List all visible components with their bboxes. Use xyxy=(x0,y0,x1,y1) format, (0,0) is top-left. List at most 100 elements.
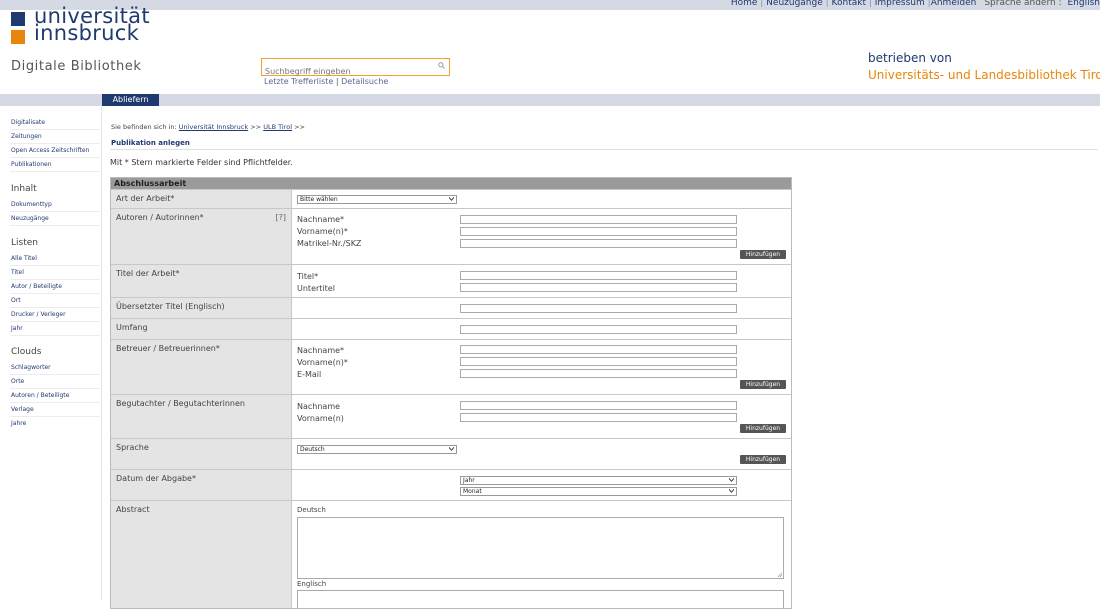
field-sublabel: Vorname(n)* xyxy=(297,358,348,367)
reviewer-firstname-input[interactable] xyxy=(460,413,737,422)
language-link[interactable]: English xyxy=(1068,0,1100,8)
sidebar-item-alle-titel[interactable]: Alle Titel xyxy=(11,255,99,262)
divider xyxy=(10,211,100,212)
sidebar-item-dokumenttyp[interactable]: Dokumenttyp xyxy=(11,201,99,208)
sidebar-item-autoren[interactable]: Autoren / Beteiligte xyxy=(11,392,99,399)
month-select[interactable]: Monat xyxy=(460,487,737,496)
submission-form: Abschlussarbeit Art der Arbeit* Bitte wä… xyxy=(110,177,792,609)
field-label: Titel der Arbeit* xyxy=(116,269,180,278)
form-header: Abschlussarbeit xyxy=(111,178,791,189)
logo-square-blue xyxy=(11,12,25,26)
search-icon[interactable] xyxy=(438,62,445,69)
author-firstname-input[interactable] xyxy=(460,227,737,236)
form-row-authors: Autoren / Autorinnen* [?] Nachname* Vorn… xyxy=(111,208,791,265)
divider xyxy=(10,225,100,226)
operator-prefix: betrieben von xyxy=(868,51,952,65)
breadcrumb-university[interactable]: Universität Innsbruck xyxy=(179,123,248,131)
supervisor-lastname-input[interactable] xyxy=(460,345,737,354)
author-lastname-input[interactable] xyxy=(460,215,737,224)
sidebar-item-digitalisate[interactable]: Digitalisate xyxy=(11,119,99,126)
divider xyxy=(10,388,100,389)
resize-grip-icon[interactable] xyxy=(777,572,782,577)
sidebar-item-verlage[interactable]: Verlage xyxy=(11,406,99,413)
advanced-search-link[interactable]: Detailsuche xyxy=(341,77,388,86)
supervisor-firstname-input[interactable] xyxy=(460,357,737,366)
title-input[interactable] xyxy=(460,271,737,280)
add-author-button[interactable]: Hinzufügen xyxy=(740,250,786,259)
sidebar-item-autor[interactable]: Autor / Beteiligte xyxy=(11,283,99,290)
sidebar-item-ort[interactable]: Ort xyxy=(11,297,99,304)
translated-title-input[interactable] xyxy=(460,304,737,313)
add-reviewer-button[interactable]: Hinzufügen xyxy=(740,424,786,433)
top-links: Home | Neuzugänge | Kontakt | Impressum … xyxy=(731,0,1100,8)
divider xyxy=(10,402,100,403)
type-select[interactable]: Bitte wählen xyxy=(297,195,457,204)
sidebar-item-jahre[interactable]: Jahre xyxy=(11,420,99,427)
field-sublabel: Matrikel-Nr./SKZ xyxy=(297,239,361,248)
divider xyxy=(10,335,100,336)
reviewer-lastname-input[interactable] xyxy=(460,401,737,410)
divider xyxy=(10,143,100,144)
field-sublabel: Nachname* xyxy=(297,346,344,355)
login-link[interactable]: Anmelden xyxy=(931,0,977,8)
contact-link[interactable]: Kontakt xyxy=(832,0,866,8)
form-row-type: Art der Arbeit* Bitte wählen xyxy=(111,189,791,209)
page-title: Publikation anlegen xyxy=(111,139,190,147)
home-link[interactable]: Home xyxy=(731,0,758,8)
field-sublabel: Untertitel xyxy=(297,284,335,293)
sidebar-heading-listen: Listen xyxy=(11,238,38,248)
form-row-date: Datum der Abgabe* Jahr Monat xyxy=(111,469,791,501)
field-sublabel: Deutsch xyxy=(297,506,326,514)
operator-library-link[interactable]: Universitäts- und Landesbibliothek Tirol xyxy=(868,68,1100,82)
field-label: Sprache xyxy=(116,443,149,452)
search-links: Letzte Trefferliste | Detailsuche xyxy=(264,77,388,86)
divider xyxy=(10,307,100,308)
site-subtitle: Digitale Bibliothek xyxy=(11,59,142,74)
logo-wordmark: universitätinnsbruck xyxy=(34,8,150,42)
divider xyxy=(10,416,100,417)
chevron-down-icon xyxy=(729,478,734,482)
year-select[interactable]: Jahr xyxy=(460,476,737,485)
author-matriculation-input[interactable] xyxy=(460,239,737,248)
field-sublabel: Nachname* xyxy=(297,215,344,224)
sidebar-item-neuzugaenge[interactable]: Neuzugänge xyxy=(11,215,99,222)
sidebar-item-jahr[interactable]: Jahr xyxy=(11,325,99,332)
abstract-german-textarea[interactable] xyxy=(297,517,784,579)
sidebar-heading-inhalt: Inhalt xyxy=(11,184,37,194)
add-supervisor-button[interactable]: Hinzufügen xyxy=(740,380,786,389)
subtitle-input[interactable] xyxy=(460,283,737,292)
chevron-down-icon xyxy=(449,447,454,451)
breadcrumb-ulb[interactable]: ULB Tirol xyxy=(263,123,292,131)
field-sublabel: Vorname(n)* xyxy=(297,227,348,236)
add-language-button[interactable]: Hinzufügen xyxy=(740,455,786,464)
divider xyxy=(10,157,100,158)
sidebar-item-drucker[interactable]: Drucker / Verleger xyxy=(11,311,99,318)
divider xyxy=(10,374,100,375)
new-items-link[interactable]: Neuzugänge xyxy=(766,0,823,8)
field-label: Begutachter / Begutachterinnen xyxy=(116,399,245,408)
language-select[interactable]: Deutsch xyxy=(297,445,457,454)
last-results-link[interactable]: Letzte Trefferliste xyxy=(264,77,333,86)
search-box[interactable] xyxy=(261,58,450,76)
divider xyxy=(10,265,100,266)
field-sublabel: Englisch xyxy=(297,580,326,588)
sidebar-item-orte[interactable]: Orte xyxy=(11,378,99,385)
form-row-title: Titel der Arbeit* Titel* Untertitel xyxy=(111,264,791,298)
imprint-link[interactable]: Impressum xyxy=(875,0,925,8)
sidebar-item-titel[interactable]: Titel xyxy=(11,269,99,276)
logo-square-orange xyxy=(11,30,25,44)
language-label: Sprache ändern : xyxy=(976,0,1064,8)
breadcrumb: Sie befinden sich in: Universität Innsbr… xyxy=(111,123,305,131)
sidebar-item-schlagworter[interactable]: Schlagworter xyxy=(11,364,99,371)
field-sublabel: Titel* xyxy=(297,272,318,281)
help-link[interactable]: [?] xyxy=(276,213,287,222)
supervisor-email-input[interactable] xyxy=(460,369,737,378)
tab-abliefern[interactable]: Abliefern xyxy=(102,94,159,106)
sidebar-item-zeitungen[interactable]: Zeitungen xyxy=(11,133,99,140)
sidebar-item-publikationen[interactable]: Publikationen xyxy=(11,161,99,168)
extent-input[interactable] xyxy=(460,325,737,334)
field-label: Abstract xyxy=(116,505,150,514)
sidebar-item-open-access[interactable]: Open Access Zeitschriften xyxy=(11,147,99,154)
field-label: Übersetzter Titel (Englisch) xyxy=(116,302,225,311)
chevron-down-icon xyxy=(449,197,454,201)
